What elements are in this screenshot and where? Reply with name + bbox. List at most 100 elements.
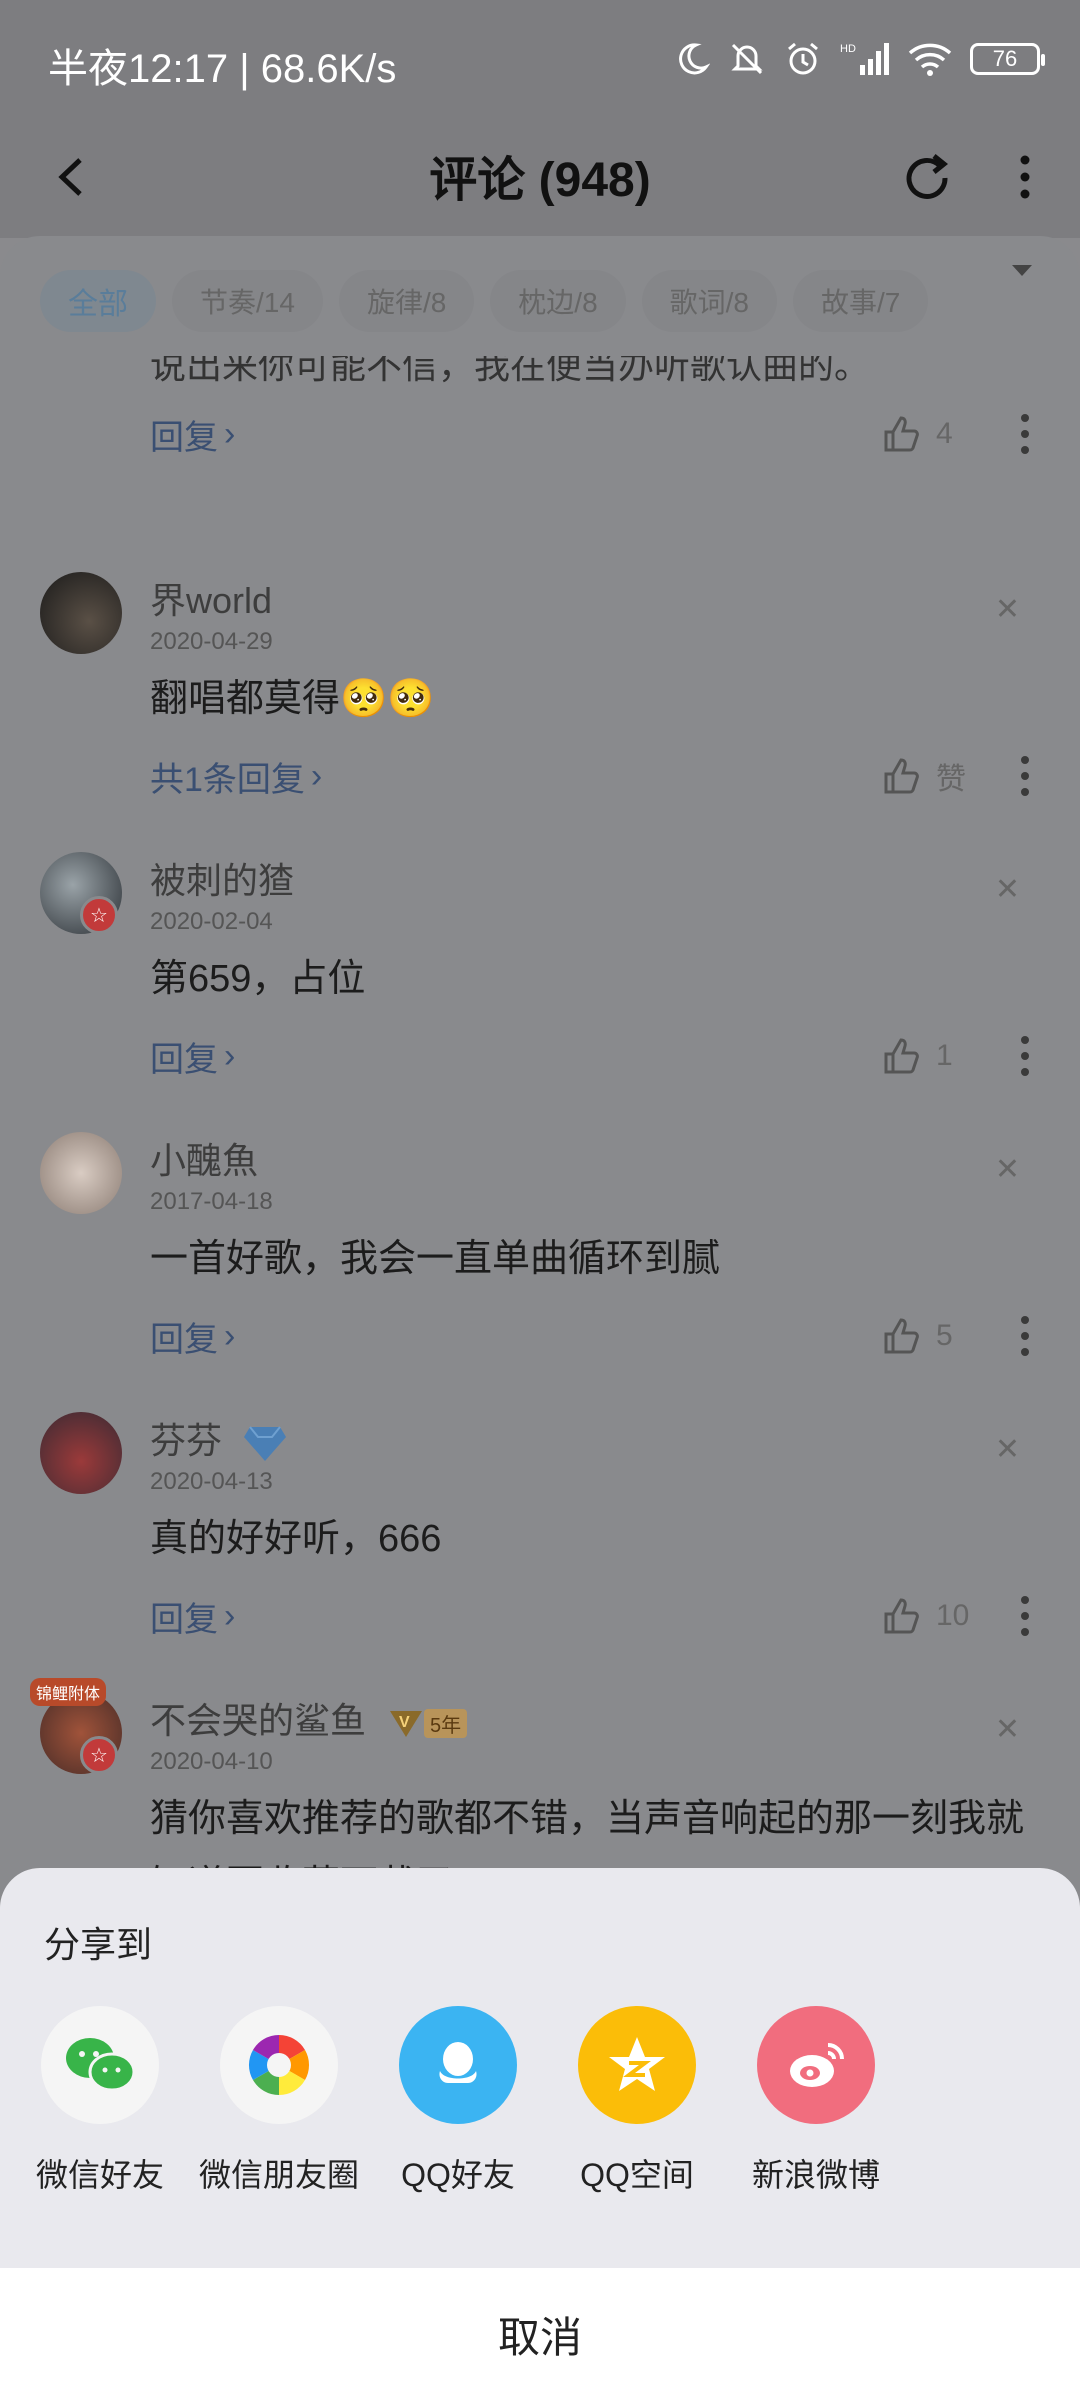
chevron-right-icon: › [224,414,236,453]
moon-icon [679,43,710,75]
avatar[interactable] [40,572,122,654]
like-count: 1 [936,1039,953,1072]
vip-badge: V 5年 [388,1707,468,1739]
comment-author[interactable]: 界world [150,572,272,624]
wifi-icon [908,43,952,76]
close-icon[interactable]: ✕ [995,592,1020,627]
share-qq-friend[interactable]: QQ好友 [398,2006,518,2196]
chip-label: 故事/7 [821,287,901,318]
chip-label: 歌词/8 [669,287,750,318]
share-qzone[interactable]: QQ空间 [577,2006,697,2196]
comment-actions: 回复 › 5 [150,1306,1040,1366]
share-targets: 微信好友 微信朋友圈 QQ好友 QQ空间 新浪微博 [36,2006,880,2196]
moments-icon [220,2006,338,2124]
share-wechat-moments[interactable]: 微信朋友圈 [199,2006,359,2196]
like-button[interactable]: 1 [880,1034,1010,1078]
alarm-icon [788,42,818,75]
reply-label: 回复 [150,1600,218,1639]
filter-chip-story[interactable]: 故事/7 [793,270,929,332]
comment-text: 真的好好听，666 [150,1518,442,1560]
more-vertical-icon[interactable] [1010,1026,1040,1086]
like-button[interactable]: 10 [880,1594,1010,1638]
comment-author[interactable]: 小醜魚 [150,1132,258,1184]
comment-actions: 回复 › 1 [150,1026,1040,1086]
thumbs-up-icon [884,416,919,452]
avatar[interactable] [40,1132,122,1214]
comment-actions: 回复 › 10 [150,1586,1040,1646]
share-sheet: 分享到 微信好友 微信朋友圈 QQ好友 QQ空间 新浪微博 [0,1868,1080,2268]
battery-icon: 76 [970,43,1045,75]
reply-link[interactable]: 回复 › [150,1312,235,1361]
more-vertical-icon[interactable] [1010,1586,1040,1646]
reply-link[interactable]: 回复 › [150,1592,235,1641]
close-icon[interactable]: ✕ [995,1712,1020,1747]
share-label: QQ好友 [401,2157,515,2193]
close-icon[interactable]: ✕ [995,872,1020,907]
thumbs-up-icon [884,1038,919,1074]
comment-author[interactable]: 芬芬 [150,1412,288,1464]
more-vertical-icon[interactable] [1010,1306,1040,1366]
chip-label: 节奏/14 [200,287,295,318]
reply-link[interactable]: 回复 › [150,410,235,459]
svg-text:V: V [399,1714,410,1731]
vip-years: 5年 [424,1708,468,1738]
chevron-right-icon: › [224,1316,236,1355]
bell-off-icon [731,43,763,75]
more-vertical-icon[interactable] [1010,404,1040,464]
filter-chip-melody[interactable]: 旋律/8 [338,270,475,332]
caret-down-icon [1012,265,1032,276]
svg-text:HD: HD [840,43,856,55]
qq-icon [399,2006,517,2124]
filter-chip-rhythm[interactable]: 节奏/14 [172,270,323,332]
partial-comment-text: 说出来你可能不信，我在便当办听歌认曲的。 [150,356,871,386]
vip-v-icon: V [390,1711,423,1738]
signal-icon: HD [840,43,889,75]
close-icon[interactable]: ✕ [995,1432,1020,1467]
close-icon[interactable]: ✕ [995,1152,1020,1187]
like-count: 4 [936,417,953,450]
refresh-icon [906,154,949,199]
filter-chips: 全部 节奏/14 旋律/8 枕边/8 歌词/8 故事/7 [0,266,1080,336]
more-vertical-icon[interactable] [1010,746,1040,806]
reply-label: 回复 [150,1040,218,1079]
header: 评论 (948) [0,120,1080,238]
filter-chip-lyrics[interactable]: 歌词/8 [641,270,778,332]
comment-text: 一首好歌，我会一直单曲循环到腻 [150,1238,721,1280]
share-wechat-friend[interactable]: 微信好友 [36,2006,164,2196]
comment-date: 2020-02-04 [150,908,273,935]
share-label: 微信朋友圈 [199,2157,360,2193]
share-weibo[interactable]: 新浪微博 [752,2006,880,2196]
like-count: 赞 [936,763,966,796]
like-button[interactable]: 4 [880,412,1010,456]
thumbs-up-icon [884,758,919,794]
reply-label: 回复 [150,1320,218,1359]
wechat-icon [41,2006,159,2124]
qzone-icon [578,2006,696,2124]
reply-label: 回复 [150,418,218,457]
weibo-icon [757,2006,875,2124]
chevron-right-icon: › [224,1036,236,1075]
reply-link[interactable]: 共1条回复 › [150,752,322,801]
reply-link[interactable]: 回复 › [150,1032,235,1081]
thumbs-up-icon [884,1598,919,1634]
author-name: 不会哭的鲨鱼 [150,1700,367,1741]
like-button[interactable]: 5 [880,1314,1010,1358]
thumbs-up-icon [884,1318,919,1354]
status-time-speed: 半夜12:17 | 68.6K/s [48,47,397,91]
cancel-button[interactable]: 取消 [0,2268,1080,2400]
like-button[interactable]: 赞 [880,754,1010,798]
share-refresh-button[interactable] [890,142,960,212]
comment-author[interactable]: 不会哭的鲨鱼 V 5年 [150,1692,468,1744]
filter-chip-pillow[interactable]: 枕边/8 [490,270,626,332]
comment-date: 2020-04-13 [150,1468,273,1495]
avatar[interactable] [40,1412,122,1494]
chip-label: 全部 [68,288,128,321]
status-icons: HD 76 [674,40,1045,78]
more-menu-button[interactable] [990,142,1060,212]
filter-expand-button[interactable] [1002,250,1042,290]
chip-label: 旋律/8 [366,287,447,318]
comment-author[interactable]: 被刺的猹 [150,852,294,904]
diamond-badge-icon [244,1426,287,1462]
filter-chip-all[interactable]: 全部 [40,270,156,332]
comment-date: 2017-04-18 [150,1188,273,1215]
